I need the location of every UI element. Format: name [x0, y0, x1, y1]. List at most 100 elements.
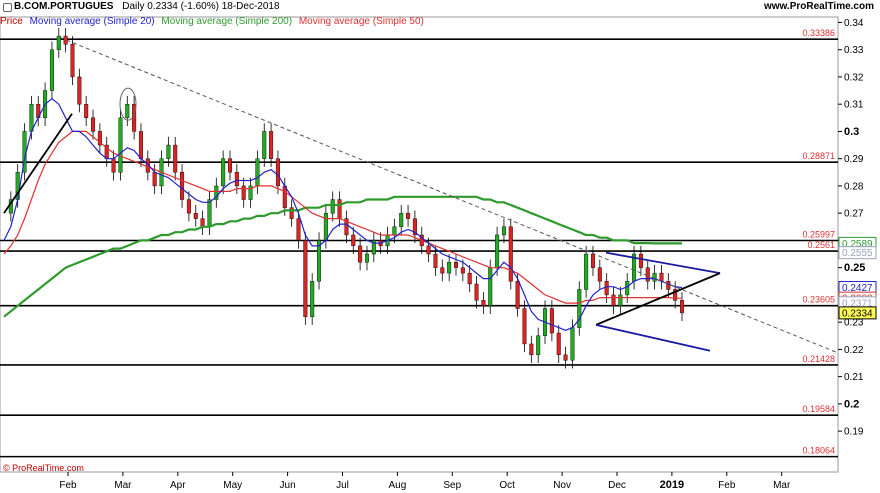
y-tick-label: 0.21 [844, 372, 864, 383]
legend-ma200: Moving average (Simple 200) [161, 16, 293, 27]
candle [611, 294, 616, 307]
candle [56, 35, 61, 50]
x-tick-label: Sep [443, 480, 461, 491]
support-line-label: 0.18064 [802, 446, 835, 456]
candle [310, 281, 315, 317]
support-line-label: 0.25997 [802, 229, 835, 239]
support-line-label: 0.2561 [807, 240, 835, 250]
support-line-label: 0.21428 [802, 354, 835, 364]
y-tick-label: 0.29 [844, 154, 864, 165]
candle [488, 267, 493, 307]
candle [337, 199, 342, 219]
candle [570, 327, 575, 361]
candle [118, 117, 123, 173]
price-chart[interactable]: 0.340.330.320.310.30.290.280.270.260.250… [0, 0, 880, 493]
candle [549, 308, 554, 334]
x-tick-label: Aug [389, 480, 407, 491]
candle [597, 267, 602, 282]
legend-price: Price [0, 16, 23, 27]
candle [317, 240, 322, 282]
x-tick-label: Jul [336, 480, 349, 491]
candle [522, 308, 527, 345]
candle [680, 300, 685, 314]
x-tick-label: Mar [773, 480, 791, 491]
legend: Price Moving average (Simple 20) Moving … [0, 15, 428, 29]
y-tick-label: 0.31 [844, 100, 864, 111]
candle [563, 354, 568, 361]
plot-area [0, 16, 839, 473]
candle [529, 343, 534, 356]
y-tick-label: 0.2 [844, 398, 859, 410]
support-line-label: 0.33386 [802, 28, 835, 38]
candle [77, 76, 82, 105]
candle [351, 234, 356, 247]
candle [652, 272, 657, 282]
x-tick-label: Oct [499, 480, 515, 491]
candle [364, 253, 369, 263]
price-info: Daily 0.2334 (-1.60%) 18-Dec-2018 [122, 1, 280, 12]
candle [406, 212, 411, 219]
candle [152, 172, 157, 187]
x-tick-label: Dec [608, 480, 626, 491]
candle [474, 283, 479, 301]
y-tick-label: 0.28 [844, 181, 864, 192]
x-tick-label: Feb [718, 480, 736, 491]
candle [481, 300, 486, 307]
candle [536, 335, 541, 356]
candle [180, 172, 185, 200]
candle [556, 332, 561, 356]
candle [84, 103, 89, 119]
candle [515, 281, 520, 309]
candle [426, 245, 431, 255]
candle [399, 212, 404, 227]
candle [234, 172, 239, 187]
candle [296, 218, 301, 241]
x-tick-label: Feb [59, 480, 77, 491]
candle [70, 44, 75, 78]
candle [454, 262, 459, 268]
x-tick-label: 2019 [660, 479, 684, 491]
candle [275, 158, 280, 187]
y-tick-label: 0.22 [844, 345, 864, 356]
candle [227, 158, 232, 173]
support-line-label: 0.23605 [802, 295, 835, 305]
candle [584, 253, 589, 290]
x-tick-label: Apr [170, 480, 186, 491]
legend-ma50: Moving average (Simple 50) [298, 16, 424, 27]
footer-brand: © ProRealTime.com [3, 463, 84, 473]
candle [193, 212, 198, 219]
candle [433, 253, 438, 268]
chart-header: B.COM.PORTUGUES Daily 0.2334 (-1.60%) 18… [0, 0, 880, 14]
candle [111, 158, 116, 173]
candle [577, 289, 582, 328]
candle [447, 262, 452, 274]
x-tick-label: Mar [114, 480, 132, 491]
candle [495, 234, 500, 268]
candle [241, 185, 246, 200]
candle [303, 240, 308, 317]
candle [125, 103, 130, 119]
candle [618, 294, 623, 307]
brand-label: www.ProRealTime.com [763, 1, 874, 12]
candle [49, 49, 54, 91]
y-tick-label: 0.19 [844, 427, 864, 438]
y-tick-label: 0.27 [844, 209, 864, 220]
candle [221, 158, 226, 187]
candle [262, 131, 267, 159]
candle [590, 253, 595, 268]
symbol-label: B.COM.PORTUGUES [14, 1, 114, 12]
candle [666, 281, 671, 290]
candle [207, 199, 212, 227]
candle [138, 131, 143, 159]
candle [625, 281, 630, 296]
candle [501, 226, 506, 236]
candle [29, 103, 34, 132]
candle [508, 226, 513, 282]
candle [358, 245, 363, 263]
candle [186, 199, 191, 214]
candle [645, 267, 650, 282]
candle [604, 281, 609, 296]
candle [91, 117, 96, 132]
candle [638, 253, 643, 268]
candle [659, 272, 664, 282]
